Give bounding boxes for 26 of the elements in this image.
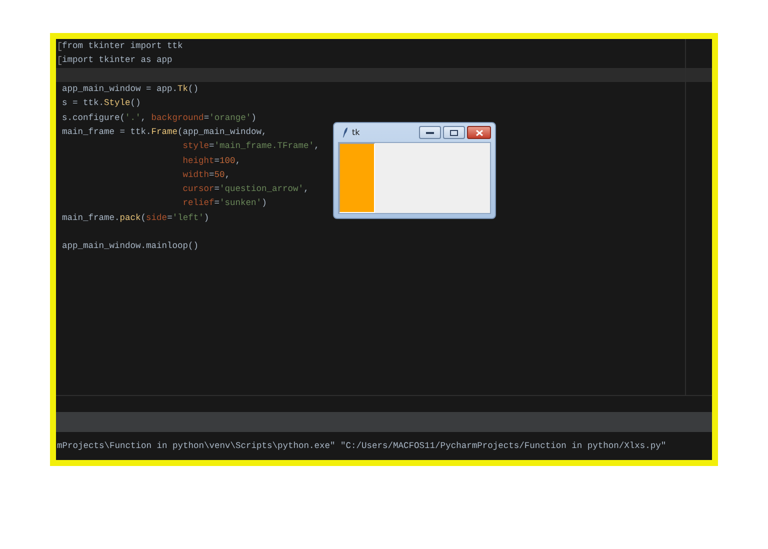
close-button[interactable] xyxy=(467,126,491,139)
code-line: app_main_window = app.Tk() xyxy=(62,84,199,94)
code-line: s = ttk.Style() xyxy=(62,98,141,108)
code-line: app_main_window.mainloop() xyxy=(62,241,199,252)
tk-window[interactable]: tk xyxy=(333,122,496,219)
maximize-button[interactable] xyxy=(443,126,465,139)
code-line: height=100, xyxy=(182,156,241,166)
terminal-command: mProjects\Function in python\venv\Scripts\python.exe" "C:/Users/MACFOS11/PycharmProjects/Function in python/Xlxs.py" xyxy=(57,441,666,451)
code-line: main_frame = ttk.Frame(app_main_window, xyxy=(62,126,267,137)
code-line: relief='sunken') xyxy=(182,198,267,208)
code-line: main_frame.pack(side='left') xyxy=(62,212,210,223)
code-line: import tkinter as app xyxy=(62,55,172,66)
maximize-icon xyxy=(450,130,458,136)
window-title: tk xyxy=(352,128,360,137)
code-editor[interactable] xyxy=(56,39,712,460)
code-line: cursor='question_arrow', xyxy=(182,184,309,194)
fold-marker-icon[interactable] xyxy=(58,56,62,65)
close-icon xyxy=(476,130,482,136)
code-line: style='main_frame.TFrame', xyxy=(182,141,320,152)
code-line: s.configure('.', background='orange') xyxy=(62,112,256,123)
code-line: width=50, xyxy=(182,170,230,180)
minimize-button[interactable] xyxy=(419,126,441,139)
feather-icon xyxy=(342,127,348,138)
fold-marker-icon[interactable] xyxy=(58,42,62,51)
code-line: from tkinter import ttk xyxy=(62,41,183,52)
frame-widget xyxy=(339,143,375,213)
